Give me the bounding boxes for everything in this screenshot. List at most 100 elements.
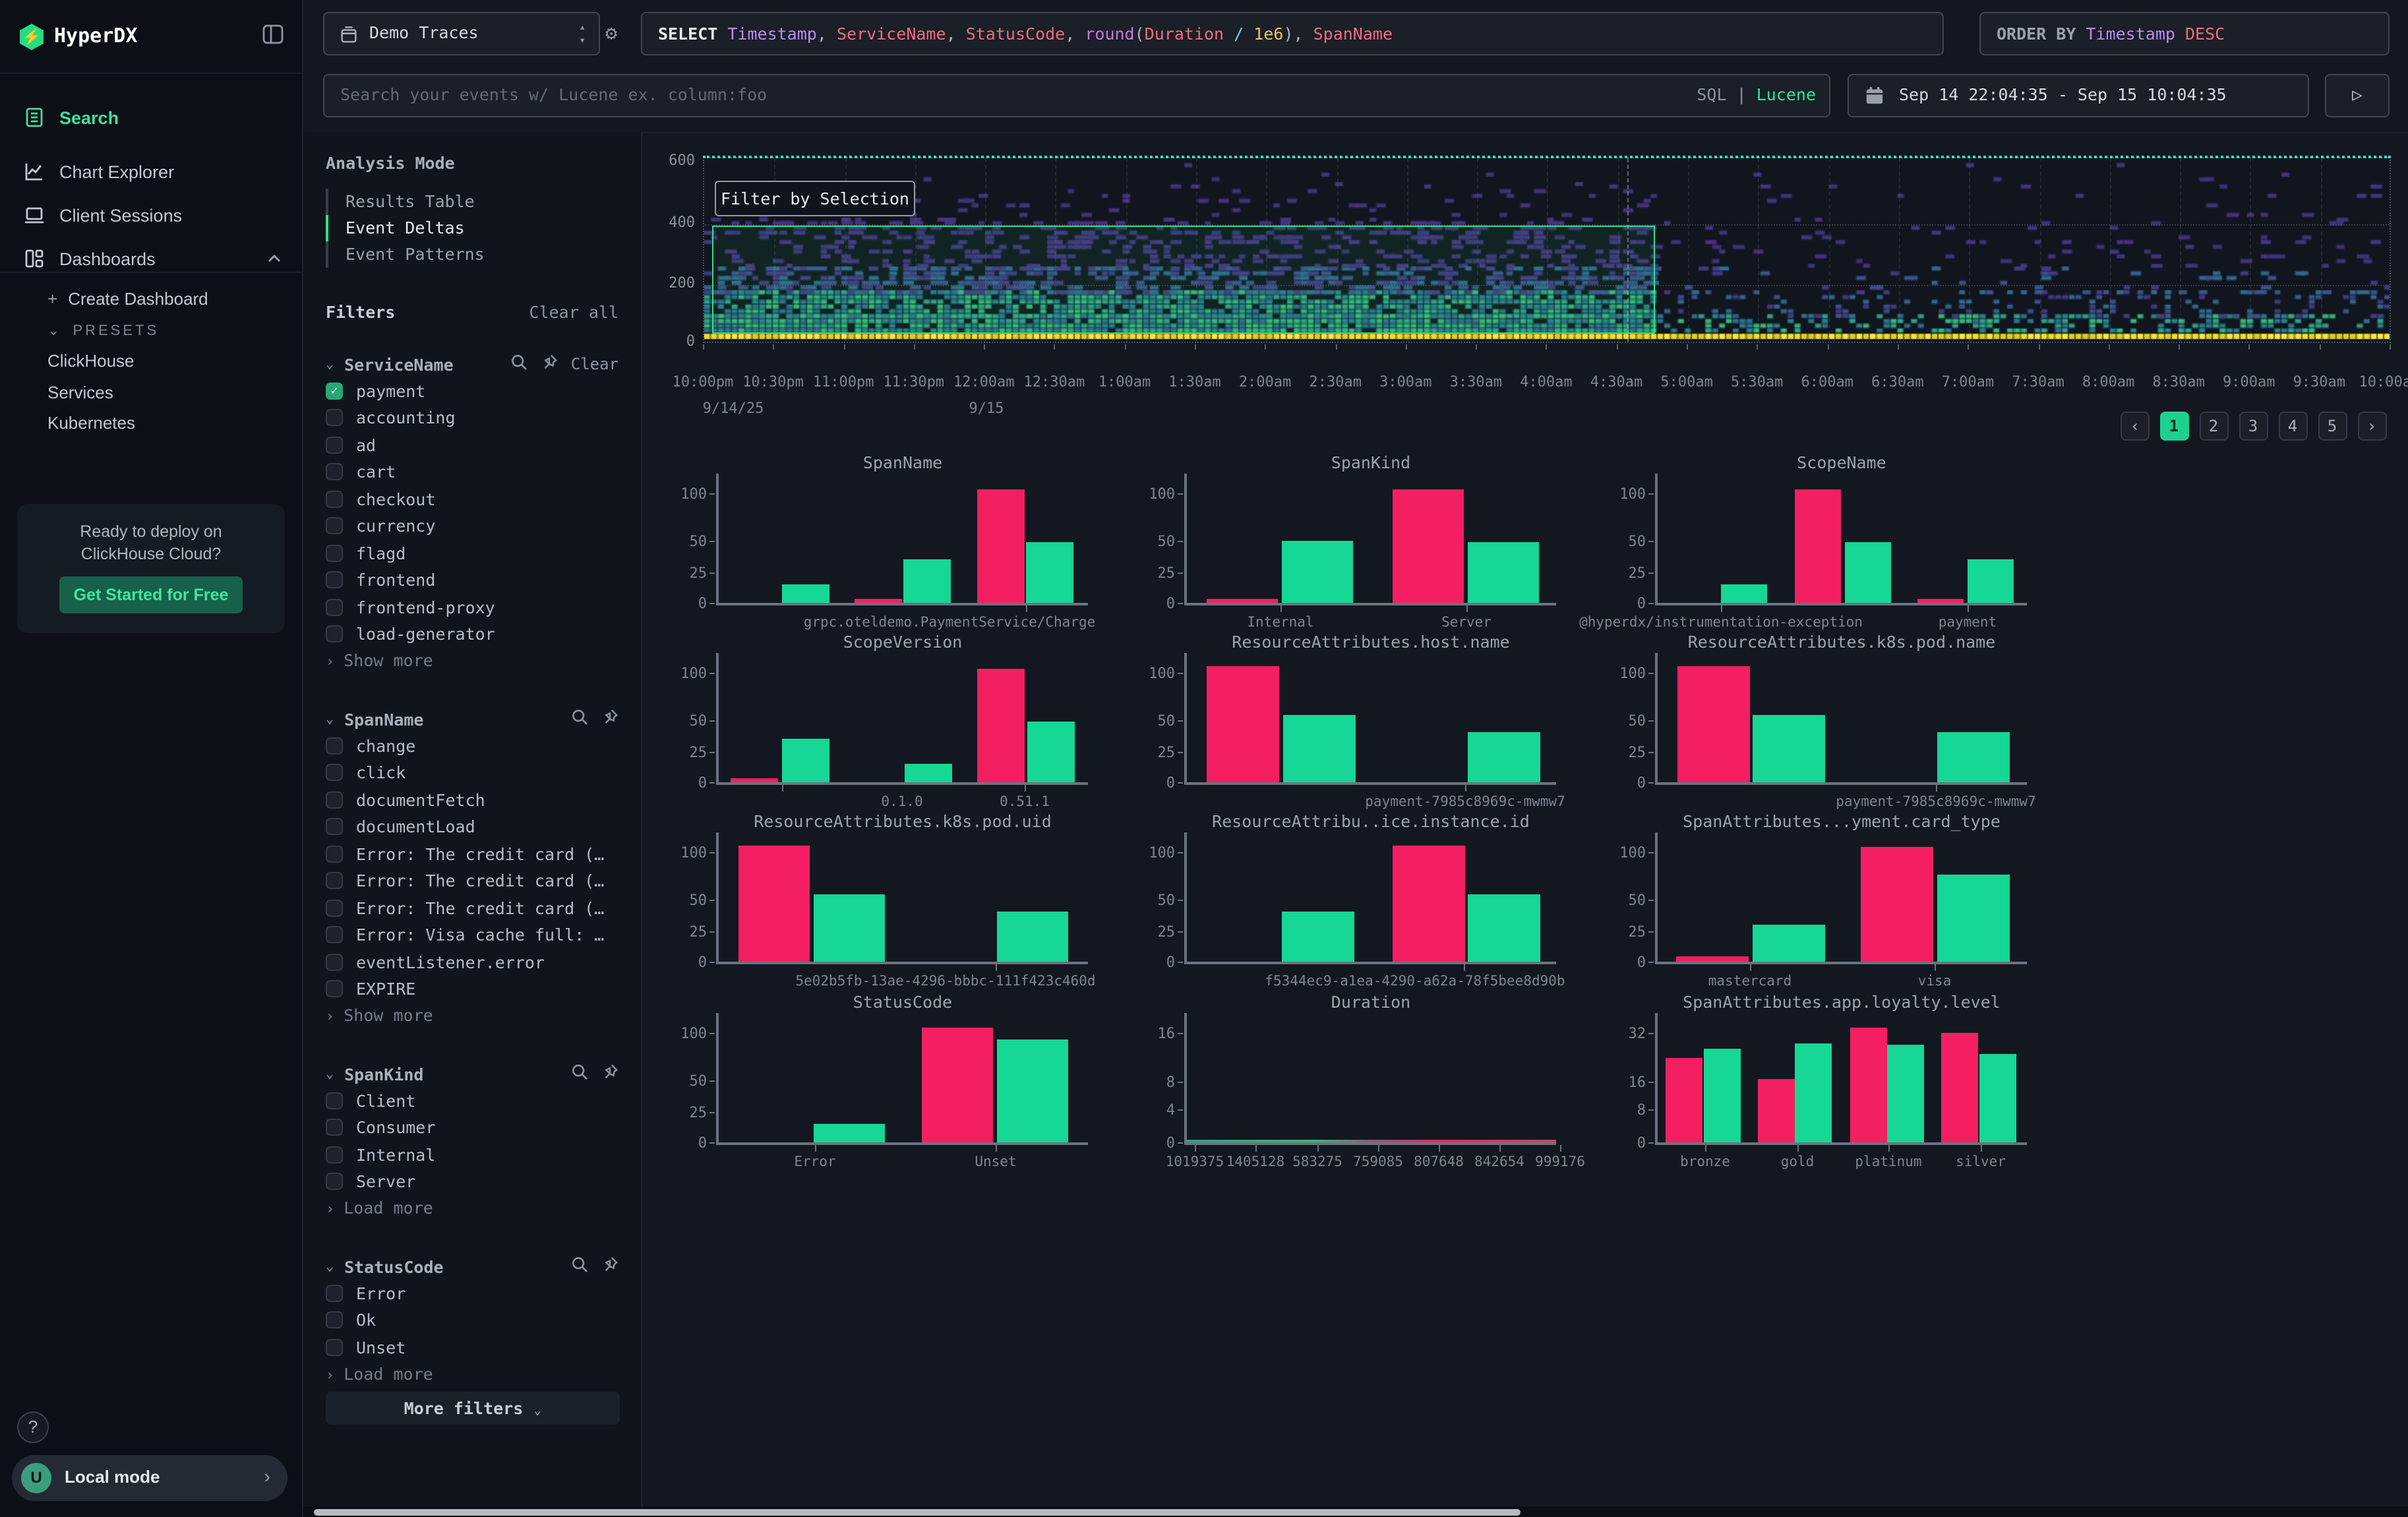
bar-value-15[interactable] <box>905 764 952 782</box>
bar-value-49[interactable] <box>1845 542 1891 603</box>
bar-value-106[interactable] <box>1861 847 1933 962</box>
checkbox-unchecked[interactable] <box>326 518 343 535</box>
chevron-down-icon[interactable]: ⌄ <box>326 712 334 726</box>
bar-value-40[interactable] <box>997 912 1068 962</box>
filter-option[interactable]: documentFetch <box>326 786 618 813</box>
bar-value-3[interactable] <box>731 778 778 782</box>
bar-value-30[interactable] <box>1753 925 1825 962</box>
scrollbar-thumb[interactable] <box>314 1508 1520 1515</box>
bar-value-77[interactable] <box>1937 875 2010 962</box>
preset-kubernetes[interactable]: Kubernetes <box>47 413 135 433</box>
source-select[interactable]: Demo Traces ▴▾ <box>323 12 600 55</box>
checkbox-unchecked[interactable] <box>326 954 343 971</box>
bar-value-108[interactable] <box>1207 666 1279 782</box>
bar-value-56[interactable] <box>1283 715 1356 782</box>
bar-value-50[interactable] <box>1282 541 1353 603</box>
checkbox-unchecked[interactable] <box>326 1173 343 1191</box>
bar-value-28[interactable] <box>1795 1044 1832 1142</box>
checkbox-unchecked[interactable] <box>326 491 343 508</box>
page-button-1[interactable]: 1 <box>2159 412 2188 441</box>
checkbox-unchecked[interactable] <box>326 1312 343 1329</box>
time-range-picker[interactable]: Sep 14 22:04:35 - Sep 15 10:04:35 <box>1848 74 2309 117</box>
filter-option[interactable]: currency <box>326 512 618 540</box>
show-more-button[interactable]: ›Show more <box>326 1005 618 1032</box>
bar-value-105[interactable] <box>977 489 1025 603</box>
checkbox-unchecked[interactable] <box>326 900 343 917</box>
filter-option[interactable]: Error: The credit card (… <box>326 867 618 894</box>
pin-icon[interactable] <box>541 354 558 375</box>
filter-option[interactable]: Client <box>326 1087 618 1114</box>
filter-option[interactable]: EXPIRE <box>326 975 618 1003</box>
bar-value-25[interactable] <box>1979 1055 2016 1142</box>
sidebar-item-chart-explorer[interactable]: Chart Explorer <box>0 154 303 189</box>
page-button-3[interactable]: 3 <box>2239 412 2268 441</box>
more-filters-button[interactable]: More filters⌄ <box>326 1392 620 1425</box>
bar-value-105[interactable] <box>977 668 1025 782</box>
filter-option[interactable]: checkout <box>326 485 618 512</box>
gear-icon[interactable]: ⚙ <box>605 21 617 45</box>
filter-option[interactable]: accounting <box>326 404 618 431</box>
checkbox-unchecked[interactable] <box>326 410 343 427</box>
load-more-button[interactable]: ›Load more <box>326 1198 618 1224</box>
filter-option[interactable]: Unset <box>326 1334 618 1361</box>
pin-icon[interactable] <box>601 1063 618 1084</box>
search-icon[interactable] <box>571 1256 588 1277</box>
filter-option[interactable]: Error: The credit card (… <box>326 894 618 921</box>
checkbox-unchecked[interactable] <box>326 1092 343 1109</box>
chevron-down-icon[interactable]: ⌄ <box>326 1067 334 1081</box>
bar-value-28[interactable] <box>1887 1045 1924 1142</box>
chevron-down-icon[interactable]: ⌄ <box>326 357 334 371</box>
bar-value-34[interactable] <box>1850 1027 1887 1142</box>
checkbox-unchecked[interactable] <box>326 927 343 944</box>
checkbox-unchecked[interactable] <box>326 464 343 481</box>
filter-option[interactable]: Error: Visa cache full: … <box>326 921 618 948</box>
bar-value-40[interactable] <box>1937 733 2010 782</box>
checkbox-unchecked[interactable] <box>326 819 343 836</box>
search-icon[interactable] <box>571 708 588 729</box>
analysis-mode-option-event-patterns[interactable]: Event Patterns <box>326 241 618 268</box>
checkbox-unchecked[interactable] <box>326 873 343 890</box>
filter-option[interactable]: Internal <box>326 1141 618 1168</box>
bar-value-32[interactable] <box>1941 1033 1978 1142</box>
presets-toggle[interactable]: ⌄PRESETS <box>47 322 159 339</box>
filter-option[interactable]: documentLoad <box>326 813 618 840</box>
bar-value-108[interactable] <box>1677 666 1750 782</box>
search-icon[interactable] <box>510 354 527 375</box>
search-input[interactable]: Search your events w/ Lucene ex. column:… <box>323 74 1830 117</box>
checkbox-unchecked[interactable] <box>326 437 343 454</box>
bar-value-108[interactable] <box>738 845 810 962</box>
bar-value-24[interactable] <box>1666 1057 1702 1142</box>
bar-value-40[interactable] <box>1282 912 1354 962</box>
pin-icon[interactable] <box>601 1256 618 1277</box>
bar-value-15[interactable] <box>1721 584 1767 603</box>
mode-sql[interactable]: SQL <box>1697 84 1726 104</box>
bar-value-4[interactable] <box>1676 956 1749 962</box>
checkbox-unchecked[interactable] <box>326 791 343 809</box>
page-next-button[interactable]: › <box>2357 412 2386 441</box>
checkbox-checked[interactable]: ✓ <box>326 383 343 400</box>
filter-option[interactable]: cart <box>326 458 618 485</box>
bar-value-49[interactable] <box>1027 722 1075 782</box>
filter-option[interactable]: Error: The credit card (… <box>326 840 618 867</box>
checkbox-unchecked[interactable] <box>326 626 343 643</box>
checkbox-unchecked[interactable] <box>326 545 343 562</box>
checkbox-unchecked[interactable] <box>326 1285 343 1302</box>
bar-value-35[interactable] <box>903 560 951 603</box>
bar-value-35[interactable] <box>1968 560 2014 603</box>
bar-value-105[interactable] <box>1393 489 1464 603</box>
bar-value-3[interactable] <box>855 599 902 603</box>
bar-value-56[interactable] <box>1468 894 1540 962</box>
bar-value-35[interactable] <box>782 739 829 782</box>
page-prev-button[interactable]: ‹ <box>2121 412 2150 441</box>
collapse-sidebar-icon[interactable] <box>261 22 285 46</box>
bar-value-18[interactable] <box>1758 1078 1795 1142</box>
run-query-button[interactable]: ▷ <box>2325 74 2390 117</box>
get-started-button[interactable]: Get Started for Free <box>59 576 243 613</box>
help-button[interactable]: ? <box>17 1411 49 1443</box>
order-by-editor[interactable]: ORDER BY Timestamp DESC <box>1979 12 2390 55</box>
checkbox-unchecked[interactable] <box>326 737 343 755</box>
sidebar-item-dashboards[interactable]: Dashboards <box>0 241 303 276</box>
mode-lucene[interactable]: Lucene <box>1757 84 1816 104</box>
bar-value-3[interactable] <box>1917 599 1964 603</box>
filter-option[interactable]: load-generator <box>326 621 618 648</box>
